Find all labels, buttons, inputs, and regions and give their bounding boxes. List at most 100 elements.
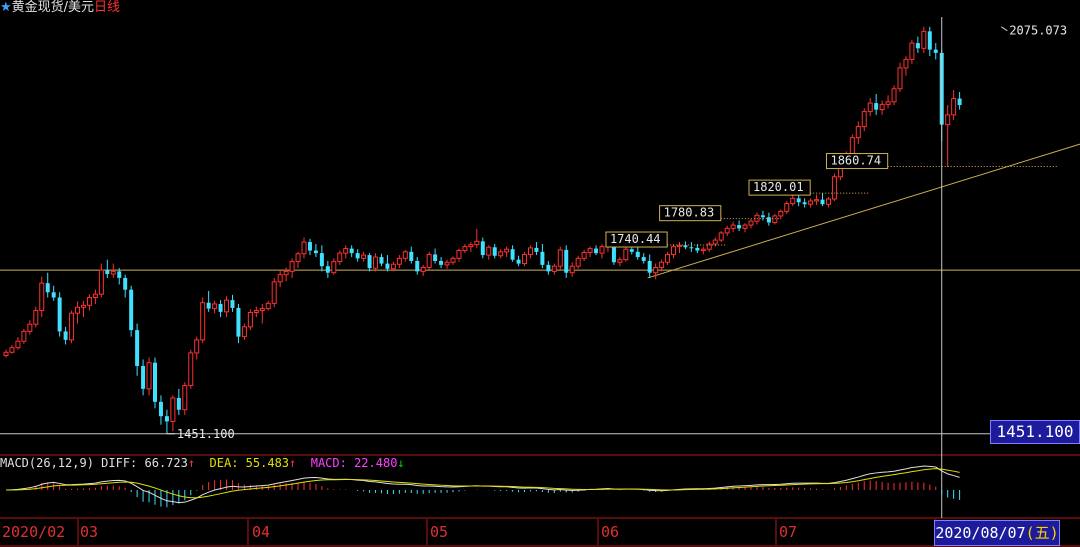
candle-body [772, 215, 778, 223]
candle [671, 244, 677, 259]
candle-body [271, 281, 277, 304]
candle-body [557, 249, 563, 267]
candle [75, 301, 81, 324]
chart-title: ★黄金现货/美元日线 [0, 0, 120, 16]
candle [45, 272, 50, 298]
candle [271, 277, 277, 308]
candle-body [796, 198, 801, 203]
candle [15, 337, 21, 350]
candle-body [265, 302, 271, 310]
candle [218, 300, 223, 318]
candle [594, 245, 599, 256]
candle [820, 193, 825, 207]
candle [778, 209, 784, 220]
candle [51, 285, 56, 301]
candle-body [575, 257, 581, 267]
candle-body [867, 102, 873, 113]
candle-body [313, 250, 318, 254]
candle [313, 244, 318, 258]
candle [415, 257, 420, 275]
candle-body [784, 203, 790, 212]
candle [289, 258, 295, 278]
candle [462, 244, 468, 254]
candle [504, 246, 510, 258]
candle [730, 221, 736, 233]
candle-body [69, 312, 75, 341]
candle-body [855, 126, 861, 139]
candle [897, 62, 903, 93]
candle-body [903, 58, 909, 69]
period-label[interactable]: 日线 [94, 0, 120, 15]
candle-body [522, 253, 528, 265]
candle [665, 251, 671, 265]
candle-body [301, 241, 307, 255]
candle [373, 253, 379, 272]
candle [241, 323, 247, 340]
candle [176, 388, 181, 415]
candle-body [594, 248, 599, 254]
candle [766, 212, 771, 226]
candle-body [730, 224, 736, 229]
crosshair-price-readout: 1451.100 [990, 420, 1080, 444]
candle [361, 251, 367, 262]
candle [146, 357, 152, 396]
candle [581, 249, 587, 261]
candle [706, 241, 712, 252]
candle [265, 300, 271, 311]
candle [718, 230, 724, 243]
star-icon[interactable]: ★ [0, 0, 12, 15]
candle-body [498, 251, 504, 257]
candle-body [444, 261, 450, 266]
candle-body [462, 246, 468, 252]
weekday-value: (五) [1025, 524, 1059, 542]
candle-body [516, 259, 521, 264]
candle-body [683, 245, 688, 248]
candle [355, 249, 360, 262]
candle [86, 294, 92, 311]
candle [385, 255, 390, 272]
candle-body [778, 210, 784, 217]
candle [277, 270, 283, 288]
candle-body [158, 401, 163, 417]
candle-body [63, 331, 68, 340]
candle [409, 246, 414, 264]
macd-title: MACD(26,12,9) [0, 456, 94, 470]
x-tick-label: 2020/02 [2, 523, 66, 541]
candle [641, 253, 646, 264]
candle [301, 237, 307, 259]
candle-body [188, 352, 194, 387]
candle [957, 92, 962, 110]
candle-body [689, 247, 694, 249]
candle-body [623, 248, 629, 261]
candle-body [831, 176, 837, 200]
candle-body [439, 260, 444, 265]
candle [599, 244, 605, 259]
candle-body [456, 250, 462, 259]
candle-body [504, 248, 510, 253]
candle-body [737, 225, 742, 229]
candle [527, 245, 533, 259]
candle-body [319, 253, 324, 267]
candle-body [527, 247, 533, 255]
candle [307, 238, 312, 256]
candle [480, 237, 485, 259]
candle [635, 246, 640, 260]
candle [516, 255, 521, 267]
candle [587, 246, 593, 258]
candle-body [146, 362, 152, 390]
candle [402, 249, 408, 262]
candle-body [748, 220, 754, 226]
candle-body [820, 199, 825, 205]
candle [331, 258, 337, 275]
candle-body [420, 266, 426, 272]
x-tick-label: 03 [80, 523, 99, 541]
candle [945, 105, 951, 168]
candle-body [182, 385, 188, 411]
candle [57, 292, 62, 337]
candle [831, 173, 837, 201]
candle-body [653, 266, 659, 274]
candle-body [379, 257, 384, 264]
candle [855, 121, 861, 145]
candle [21, 328, 27, 344]
candle-body [426, 253, 432, 268]
